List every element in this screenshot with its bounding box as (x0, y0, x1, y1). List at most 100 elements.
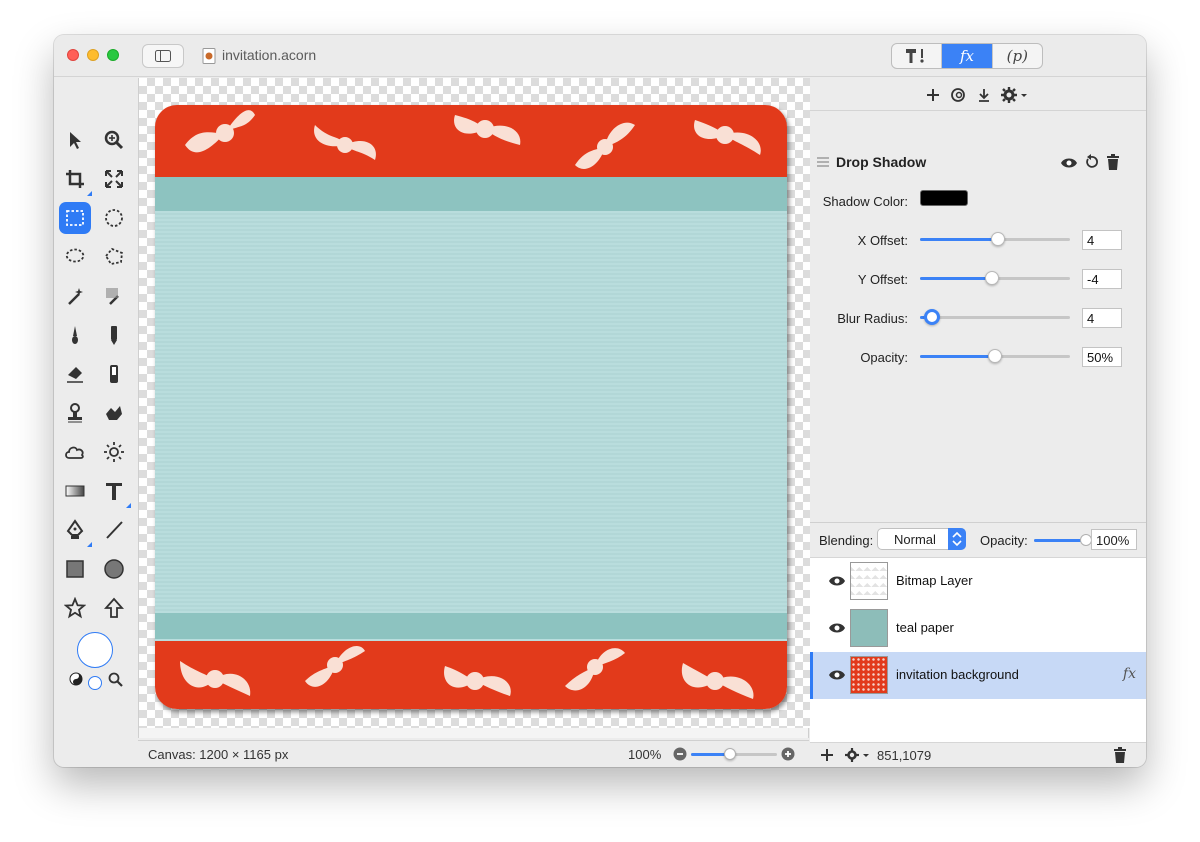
opacity-slider[interactable] (920, 348, 1070, 364)
zoom-tool[interactable] (98, 124, 130, 156)
star-icon (64, 597, 86, 619)
blur-radius-slider[interactable] (920, 309, 1070, 325)
brush-tool[interactable] (59, 319, 91, 351)
burn-tool[interactable] (98, 397, 130, 429)
floral-pattern-graphic (180, 645, 754, 699)
star-tool[interactable] (59, 592, 91, 624)
text-tool[interactable] (98, 475, 131, 508)
y-offset-slider[interactable] (920, 270, 1070, 286)
inspector-mode-switch[interactable]: fx (p) (891, 43, 1043, 69)
zoom-level-label: 100% (628, 747, 662, 762)
more-tools-indicator (87, 191, 92, 196)
zoom-knob[interactable] (723, 748, 736, 760)
layer-name: teal paper (896, 620, 954, 635)
x-offset-field[interactable]: 4 (1082, 230, 1122, 250)
plus-icon[interactable] (925, 87, 941, 103)
slider-knob[interactable] (985, 271, 999, 285)
zoom-out-icon[interactable] (673, 747, 687, 761)
invitation-artwork[interactable] (155, 105, 787, 709)
move-tool[interactable] (59, 124, 91, 156)
filter-panel: Drop Shadow Shadow Color: X Offset: 4 Y … (810, 112, 1146, 522)
slider-knob[interactable] (924, 309, 940, 325)
clone-tool[interactable] (98, 358, 130, 390)
crop-tool[interactable] (59, 163, 92, 196)
background-color-well[interactable] (88, 676, 102, 690)
color-select-tool[interactable] (98, 280, 130, 312)
plus-icon[interactable] (820, 748, 834, 762)
eraser-tool[interactable] (59, 358, 91, 390)
blending-select[interactable]: Normal (877, 528, 966, 550)
pen-tool[interactable] (59, 514, 92, 547)
magic-wand-tool[interactable] (59, 280, 91, 312)
cloud-tool[interactable] (59, 436, 91, 468)
x-offset-slider[interactable] (920, 231, 1070, 247)
minimize-window-button[interactable] (87, 49, 99, 61)
layer-thumbnail (850, 656, 888, 694)
properties-icon: (p) (1006, 47, 1028, 65)
lasso-icon (65, 248, 85, 263)
zoom-in-icon[interactable] (781, 747, 795, 761)
slider-knob[interactable] (988, 349, 1002, 363)
fx-icon[interactable]: fx (1123, 666, 1136, 682)
lasso-tool[interactable] (59, 241, 91, 273)
gear-icon[interactable] (844, 747, 870, 763)
download-icon[interactable] (976, 87, 992, 103)
reset-icon[interactable] (1084, 154, 1098, 170)
stamp-tool[interactable] (59, 397, 91, 429)
tab-tools[interactable] (892, 44, 943, 68)
stamp-icon (68, 403, 82, 423)
canvas-viewport[interactable] (138, 78, 810, 738)
trash-icon[interactable] (1113, 747, 1127, 763)
sidebar-toggle-button[interactable] (142, 44, 184, 68)
canvas-size-label: Canvas: 1200 × 1165 px (148, 747, 289, 762)
rectangle-tool[interactable] (59, 553, 91, 585)
blur-radius-field[interactable]: 4 (1082, 308, 1122, 328)
eye-icon[interactable] (828, 621, 846, 635)
eye-icon[interactable] (828, 668, 846, 682)
layer-row-selected[interactable]: invitation background fx (810, 652, 1146, 699)
layer-row[interactable]: teal paper (810, 605, 1146, 652)
foreground-color-well[interactable] (77, 632, 113, 668)
move-arrow-icon (70, 132, 81, 149)
gradient-tool[interactable] (59, 475, 91, 507)
y-offset-field[interactable]: -4 (1082, 269, 1122, 289)
fx-icon: fx (959, 47, 974, 65)
pencil-tool[interactable] (98, 319, 130, 351)
line-tool[interactable] (98, 514, 130, 546)
status-bar: Canvas: 1200 × 1165 px 100% (138, 740, 809, 767)
sun-tool[interactable] (98, 436, 130, 468)
pencil-icon (111, 326, 117, 345)
gear-icon[interactable] (1000, 86, 1028, 104)
arrow-tool[interactable] (98, 592, 130, 624)
opacity-field[interactable]: 50% (1082, 347, 1122, 367)
layer-opacity-slider[interactable] (1034, 532, 1092, 548)
brush-icon (72, 326, 78, 344)
polygon-lasso-tool[interactable] (98, 241, 130, 273)
trash-icon[interactable] (1106, 154, 1120, 170)
layer-thumbnail (850, 562, 888, 600)
circle-tool[interactable] (98, 553, 130, 585)
drag-handle-icon[interactable] (816, 156, 830, 168)
swap-colors-icon[interactable] (69, 672, 83, 686)
layer-row[interactable]: Bitmap Layer (810, 558, 1146, 605)
loupe-icon[interactable] (108, 672, 123, 687)
stamp-icon[interactable] (950, 87, 966, 103)
zoom-window-button[interactable] (107, 49, 119, 61)
floral-pattern-top (155, 105, 787, 177)
rect-select-tool[interactable] (59, 202, 91, 234)
app-window: invitation.acorn fx (p) Canvas: 1200 × 1… (54, 35, 1146, 767)
eye-icon[interactable] (828, 574, 846, 588)
title-bar: invitation.acorn fx (p) (54, 35, 1146, 77)
tool-palette (54, 78, 138, 740)
shadow-color-well[interactable] (920, 190, 968, 206)
transform-tool[interactable] (98, 163, 130, 195)
eye-icon[interactable] (1060, 156, 1078, 170)
slider-knob[interactable] (991, 232, 1005, 246)
close-window-button[interactable] (67, 49, 79, 61)
tab-properties[interactable]: (p) (993, 44, 1042, 68)
tab-fx[interactable]: fx (942, 44, 993, 68)
layer-opacity-field[interactable]: 100% (1091, 529, 1137, 550)
zoom-slider[interactable] (673, 746, 797, 762)
opacity-label: Opacity: (860, 350, 908, 365)
ellipse-select-tool[interactable] (98, 202, 130, 234)
